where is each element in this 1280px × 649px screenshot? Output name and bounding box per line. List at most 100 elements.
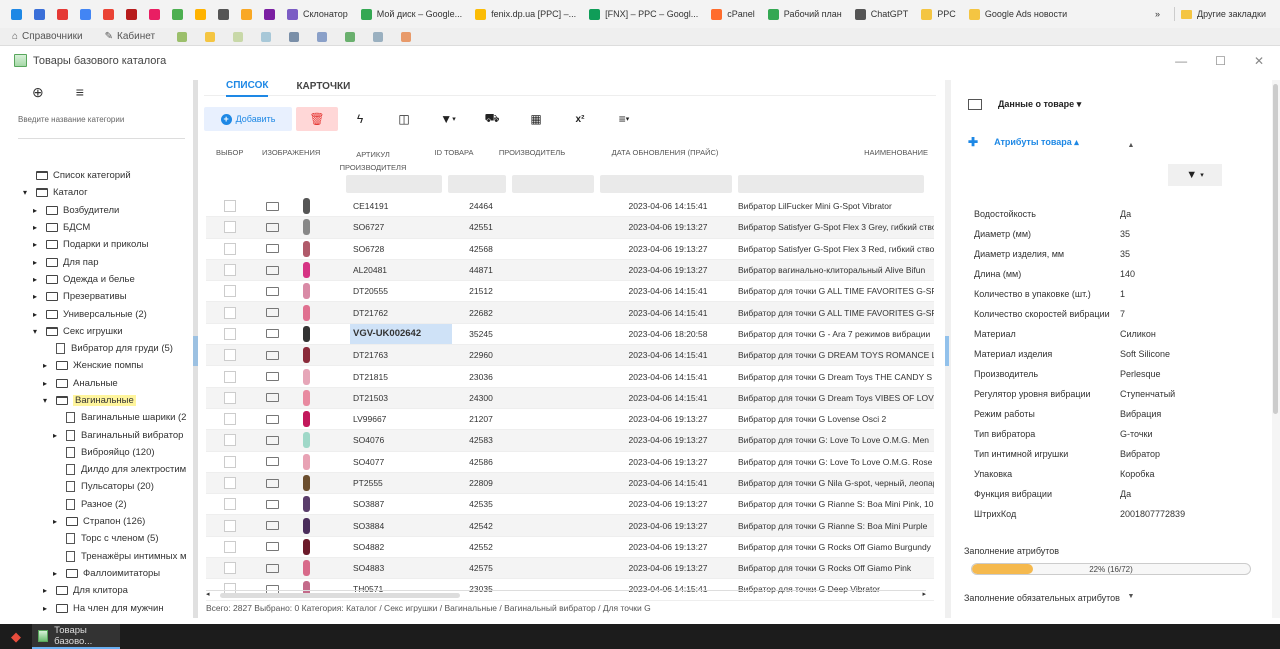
row-images[interactable]: [254, 240, 350, 257]
tree-node[interactable]: ▸ Одежда и белье: [0, 271, 200, 288]
splitter-handle[interactable]: [193, 336, 198, 366]
tree-toggle-icon[interactable]: ▸: [30, 206, 40, 215]
col-article[interactable]: АРТИКУЛ ПРОИЗВОДИТЕЛЯ: [324, 142, 422, 172]
row-images[interactable]: [254, 304, 350, 321]
row-checkbox[interactable]: [206, 242, 254, 255]
menu-dropdown-button[interactable]: ≡ ▾: [602, 107, 646, 131]
cell-article[interactable]: PT2555: [350, 478, 452, 488]
table-row[interactable]: DT21762 22682 2023-04-06 14:15:41 Вибратор …: [206, 302, 934, 324]
image-card-icon[interactable]: [266, 499, 279, 509]
page-scrollbar[interactable]: [1272, 80, 1280, 618]
tree-node[interactable]: Виброяйцо (120): [0, 444, 200, 461]
row-checkbox[interactable]: [206, 349, 254, 362]
table-row[interactable]: SO4883 42575 2023-04-06 19:13:27 Вибратор д…: [206, 558, 934, 580]
cell-article[interactable]: DT21762: [350, 308, 452, 318]
cell-article[interactable]: SO4077: [350, 457, 452, 467]
tree-node[interactable]: Наборы секс игрушек (24): [0, 617, 200, 618]
tree-node[interactable]: ▾ Каталог: [0, 184, 200, 201]
tab-list[interactable]: СПИСОК: [226, 80, 269, 97]
bookmark-link[interactable]: PPC: [937, 9, 956, 19]
cell-article[interactable]: DT21503: [350, 393, 452, 403]
row-images[interactable]: [254, 262, 350, 279]
tree-toggle-icon[interactable]: ▸: [40, 379, 50, 388]
filter-article[interactable]: [346, 175, 442, 193]
start-icon[interactable]: ◆: [0, 629, 32, 645]
cart-button[interactable]: ⛟: [470, 107, 514, 131]
app-icon[interactable]: [172, 8, 183, 20]
page-scroll-thumb[interactable]: [1273, 84, 1278, 414]
row-checkbox[interactable]: [206, 413, 254, 426]
row-checkbox[interactable]: [206, 455, 254, 468]
tree-node[interactable]: ▸ Подарки и приколы: [0, 236, 200, 253]
checkbox[interactable]: [224, 391, 236, 404]
tree-toggle-icon[interactable]: ▾: [20, 188, 30, 197]
checkbox[interactable]: [224, 434, 236, 447]
row-images[interactable]: [254, 219, 350, 236]
row-checkbox[interactable]: [206, 306, 254, 319]
splitter-handle[interactable]: [945, 336, 949, 366]
image-card-icon[interactable]: [266, 521, 279, 531]
table-row[interactable]: AL20481 44871 2023-04-06 19:13:27 Вибратор …: [206, 259, 934, 282]
row-images[interactable]: [254, 347, 350, 364]
bookmark-link[interactable]: Google Ads новости: [985, 9, 1067, 19]
checkbox[interactable]: [224, 200, 236, 213]
tree-node[interactable]: ▸ Фаллоимитаторы: [0, 565, 200, 582]
table-row[interactable]: SO4882 42552 2023-04-06 19:13:27 Вибратор д…: [206, 537, 934, 559]
row-images[interactable]: [254, 517, 350, 534]
table-row[interactable]: DT21503 24300 2023-04-06 14:15:41 Вибратор …: [206, 387, 934, 409]
tree-toggle-icon[interactable]: ▾: [40, 396, 50, 405]
attributes-section[interactable]: ✚ Атрибуты товара ▴: [954, 132, 1270, 152]
row-checkbox[interactable]: [206, 285, 254, 298]
image-card-icon[interactable]: [266, 222, 279, 232]
tree-node[interactable]: Торс с членом (5): [0, 530, 200, 547]
row-images[interactable]: [254, 198, 350, 215]
tree-node[interactable]: Дилдо для электростим: [0, 461, 200, 478]
table-button[interactable]: ▦: [514, 107, 558, 131]
row-checkbox[interactable]: [206, 221, 254, 234]
add-category-icon[interactable]: ⊕: [32, 84, 44, 101]
tree-node[interactable]: Пульсаторы (20): [0, 478, 200, 495]
table-row[interactable]: PT2555 22809 2023-04-06 14:15:41 Вибратор д…: [206, 472, 934, 495]
cell-article[interactable]: SO3884: [350, 521, 452, 531]
module-icon[interactable]: [233, 31, 244, 42]
image-card-icon[interactable]: [266, 329, 279, 339]
row-images[interactable]: [254, 475, 350, 491]
table-row[interactable]: SO4077 42586 2023-04-06 19:13:27 Вибратор д…: [206, 452, 934, 473]
nav-references[interactable]: ⌂ Справочники: [12, 31, 83, 42]
tree-toggle-icon[interactable]: ▸: [30, 258, 40, 267]
table-row[interactable]: VGV-UK002642 35245 2023-04-06 18:20:58 Вибр…: [206, 323, 934, 346]
checkbox[interactable]: [224, 306, 236, 319]
tree-node[interactable]: ▸ Страпон (126): [0, 513, 200, 530]
image-card-icon[interactable]: [266, 286, 279, 296]
tree-node[interactable]: ▸ Анальные: [0, 375, 200, 392]
col-image[interactable]: ИЗОБРАЖЕНИЯ: [254, 142, 324, 172]
row-images[interactable]: [254, 283, 350, 300]
app-icon[interactable]: [80, 8, 91, 20]
checkbox[interactable]: [224, 264, 236, 277]
row-checkbox[interactable]: [206, 477, 254, 489]
app-icon[interactable]: [264, 8, 275, 20]
app-icon[interactable]: [57, 8, 68, 20]
taskbar-app[interactable]: Товары базово...: [32, 624, 120, 649]
filter-name[interactable]: [738, 175, 924, 193]
right-splitter[interactable]: [945, 80, 951, 618]
filter-maker[interactable]: [512, 175, 594, 193]
row-checkbox[interactable]: [206, 264, 254, 277]
module-icon[interactable]: [401, 31, 412, 42]
col-maker[interactable]: ПРОИЗВОДИТЕЛЬ: [486, 142, 578, 172]
checkbox[interactable]: [224, 498, 236, 511]
image-card-icon[interactable]: [266, 372, 279, 382]
cell-article[interactable]: DT21815: [350, 372, 452, 382]
module-icon[interactable]: [373, 31, 384, 42]
col-id[interactable]: ID ТОВАРА: [422, 142, 486, 172]
cell-article[interactable]: DT21763: [350, 350, 452, 360]
row-images[interactable]: [254, 432, 350, 449]
bookmark-link[interactable]: [FNX] – PPC – Googl...: [605, 9, 698, 19]
table-row[interactable]: LV99667 21207 2023-04-06 19:13:27 Вибратор …: [206, 409, 934, 431]
row-images[interactable]: [254, 560, 350, 577]
row-images[interactable]: [254, 453, 350, 470]
tree-toggle-icon[interactable]: ▸: [30, 292, 40, 301]
tree-toggle-icon[interactable]: ▾: [30, 327, 40, 336]
checkbox[interactable]: [224, 242, 236, 255]
tree-toggle-icon[interactable]: ▸: [30, 275, 40, 284]
